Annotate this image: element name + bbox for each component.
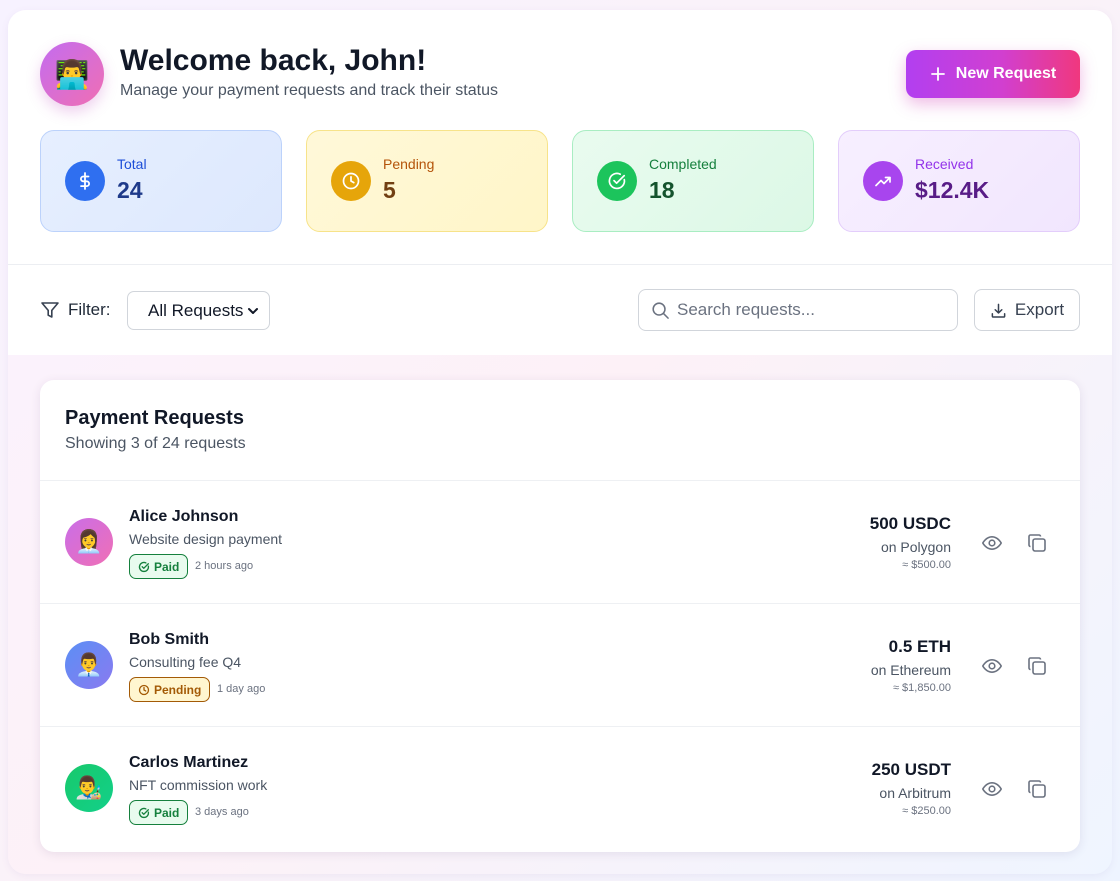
avatar-emoji: 👩‍💼 xyxy=(75,529,103,554)
eye-icon[interactable] xyxy=(981,532,1003,554)
stat-label: Total xyxy=(117,156,147,172)
request-amount: 250 USDT xyxy=(871,760,951,779)
new-request-button[interactable]: New Request xyxy=(906,50,1080,98)
eye-icon[interactable] xyxy=(981,655,1003,677)
stat-label: Pending xyxy=(383,156,435,172)
avatar: 👨‍💼 xyxy=(65,641,113,689)
stat-value: $12.4K xyxy=(915,177,990,203)
status-badge: Pending xyxy=(129,677,211,702)
copy-icon[interactable] xyxy=(1026,778,1048,800)
status-label: Pending xyxy=(154,682,202,697)
chevron-down-icon xyxy=(248,307,258,314)
search-box xyxy=(638,289,958,331)
check-circle-icon xyxy=(138,561,150,572)
download-icon xyxy=(991,303,1006,318)
request-time: 1 day ago xyxy=(217,683,266,695)
request-usd-value: ≈ $250.00 xyxy=(902,805,951,817)
request-description: NFT commission work xyxy=(129,777,268,793)
avatar: 👨‍🎨 xyxy=(65,764,113,812)
stat-card-total: Total 24 xyxy=(40,130,282,232)
filter-label: Filter: xyxy=(68,300,111,319)
dollar-icon xyxy=(65,161,105,201)
clock-icon xyxy=(138,684,150,695)
plus-icon xyxy=(930,67,945,81)
stat-value: 5 xyxy=(383,177,396,203)
avatar-emoji: 👨‍💻 xyxy=(54,58,90,90)
avatar-emoji: 👨‍🎨 xyxy=(75,775,103,800)
search-icon xyxy=(652,302,669,319)
request-amount: 0.5 ETH xyxy=(888,637,951,656)
stat-value: 18 xyxy=(649,177,675,203)
clock-icon xyxy=(331,161,371,201)
status-label: Paid xyxy=(154,805,180,820)
filter-selected-value: All Requests xyxy=(148,300,244,320)
copy-icon[interactable] xyxy=(1026,655,1048,677)
card-subtitle: Showing 3 of 24 requests xyxy=(65,435,246,452)
page-subtitle: Manage your payment requests and track t… xyxy=(120,82,498,99)
request-row[interactable]: 👨‍💼 Bob Smith Consulting fee Q4 Pending … xyxy=(40,604,1080,726)
stat-card-completed: Completed 18 xyxy=(572,130,814,232)
stat-label: Received xyxy=(915,156,974,172)
section-divider xyxy=(8,264,1112,265)
request-description: Website design payment xyxy=(129,531,283,547)
request-time: 2 hours ago xyxy=(195,560,254,572)
export-button[interactable]: Export xyxy=(974,289,1080,331)
filter-icon xyxy=(41,302,59,318)
stat-card-received: Received $12.4K xyxy=(838,130,1080,232)
requester-name: Carlos Martinez xyxy=(129,754,249,771)
stat-value: 24 xyxy=(117,177,143,203)
request-description: Consulting fee Q4 xyxy=(129,654,242,670)
export-label: Export xyxy=(1014,300,1065,319)
requester-name: Alice Johnson xyxy=(129,508,239,525)
request-row[interactable]: 👩‍💼 Alice Johnson Website design payment… xyxy=(40,481,1080,603)
request-time: 3 days ago xyxy=(195,806,249,818)
status-badge: Paid xyxy=(129,554,189,579)
copy-icon[interactable] xyxy=(1026,532,1048,554)
request-row[interactable]: 👨‍🎨 Carlos Martinez NFT commission work … xyxy=(40,727,1080,849)
app-window: 👨‍💻 Welcome back, John! Manage your paym… xyxy=(8,10,1112,874)
check-circle-icon xyxy=(597,161,637,201)
status-badge: Paid xyxy=(129,800,189,825)
check-circle-icon xyxy=(138,807,150,818)
search-input[interactable] xyxy=(677,296,947,324)
stat-label: Completed xyxy=(649,156,717,172)
trending-up-icon xyxy=(863,161,903,201)
request-usd-value: ≈ $1,850.00 xyxy=(892,682,951,694)
request-usd-value: ≈ $500.00 xyxy=(902,559,951,571)
card-title: Payment Requests xyxy=(65,407,244,429)
status-label: Paid xyxy=(154,559,180,574)
page-title: Welcome back, John! xyxy=(120,44,427,77)
request-network: on Arbitrum xyxy=(879,785,951,801)
eye-icon[interactable] xyxy=(981,778,1003,800)
request-network: on Polygon xyxy=(880,539,951,555)
filter-select[interactable]: All Requests xyxy=(127,291,270,330)
avatar: 👩‍💼 xyxy=(65,518,113,566)
payment-requests-card: Payment Requests Showing 3 of 24 request… xyxy=(40,380,1080,852)
request-amount: 500 USDC xyxy=(869,514,951,533)
request-network: on Ethereum xyxy=(870,662,951,678)
new-request-label: New Request xyxy=(955,65,1057,82)
stat-card-pending: Pending 5 xyxy=(306,130,548,232)
dashboard-header: 👨‍💻 Welcome back, John! Manage your paym… xyxy=(8,10,1112,355)
requester-name: Bob Smith xyxy=(129,631,209,648)
avatar-emoji: 👨‍💼 xyxy=(75,652,103,677)
user-avatar: 👨‍💻 xyxy=(40,42,104,106)
